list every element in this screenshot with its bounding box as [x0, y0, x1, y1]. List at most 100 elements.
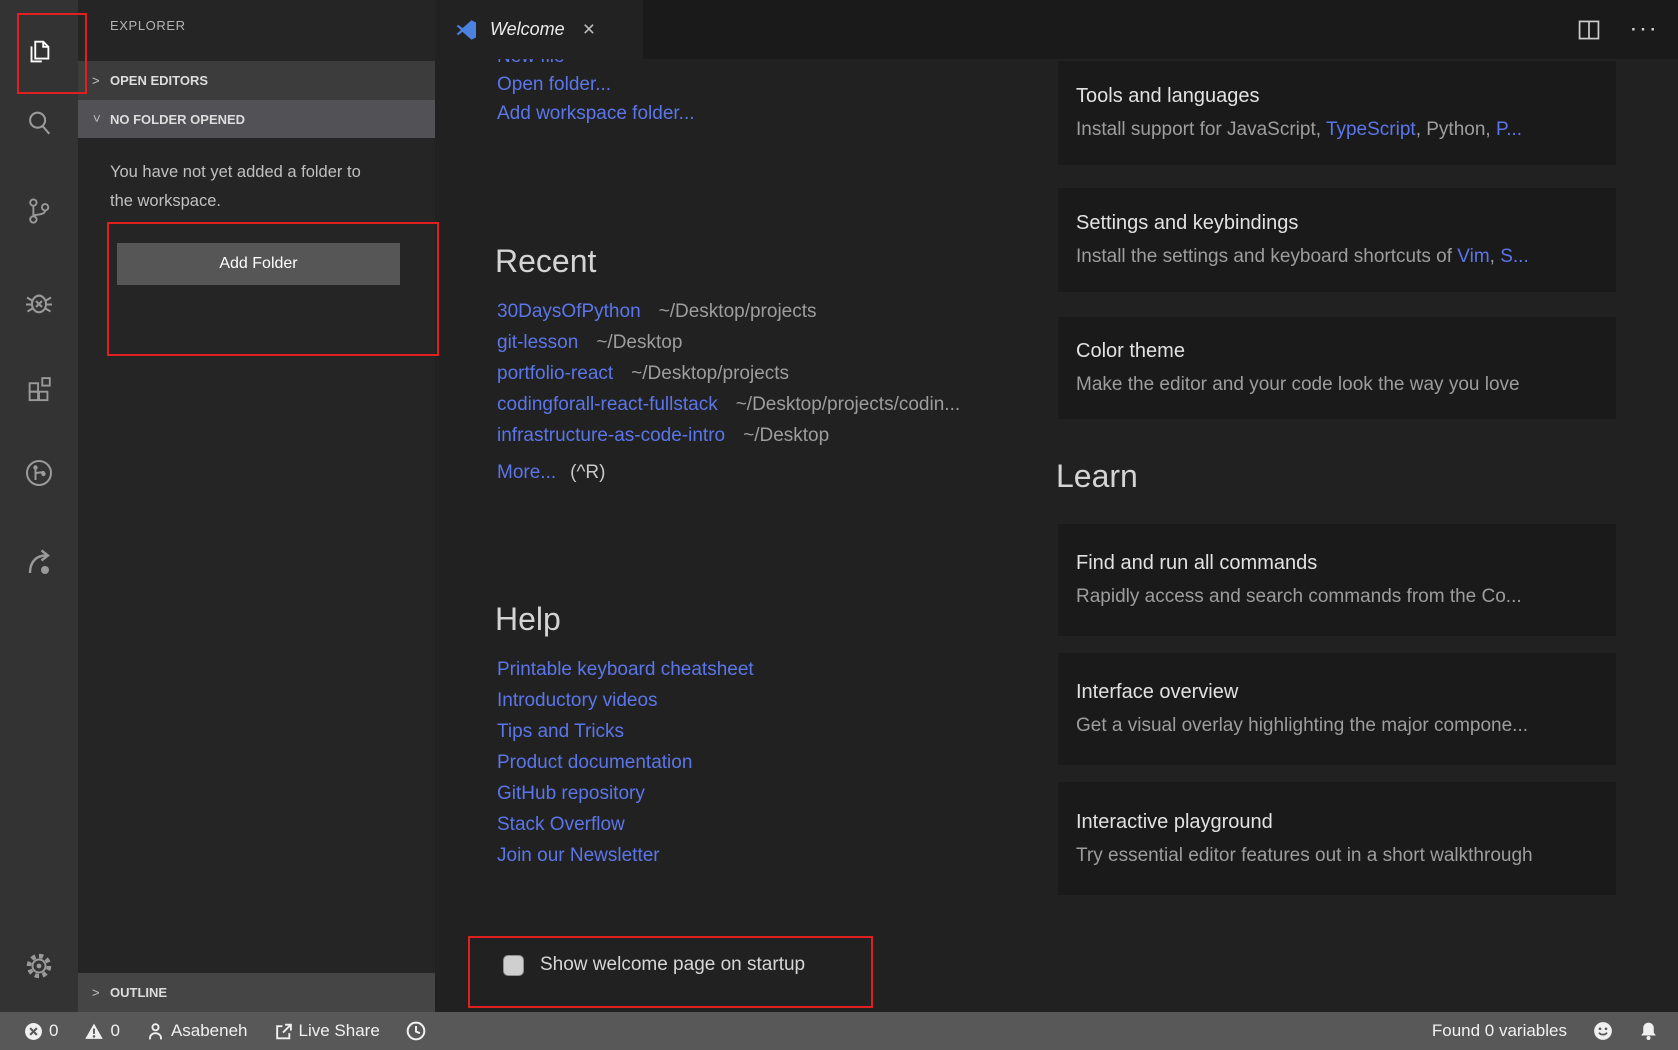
recent-item: codingforall-react-fullstack ~/Desktop/pr…	[497, 394, 960, 416]
startup-checkbox-row: Show welcome page on startup	[503, 954, 805, 976]
help-link-cheatsheet[interactable]: Printable keyboard cheatsheet	[497, 659, 754, 680]
sidebar-title: EXPLORER	[110, 18, 186, 33]
open-folder-link[interactable]: Open folder...	[497, 74, 611, 95]
no-folder-message: You have not yet added a folder to the w…	[110, 158, 376, 216]
help-link-stackoverflow[interactable]: Stack Overflow	[497, 814, 625, 835]
help-link-docs[interactable]: Product documentation	[497, 752, 692, 773]
settings-gear-icon[interactable]	[0, 942, 78, 990]
add-workspace-folder-link[interactable]: Add workspace folder...	[497, 103, 695, 124]
account-name: Asabeneh	[171, 1021, 248, 1041]
show-welcome-checkbox[interactable]	[503, 955, 524, 976]
inline-text: Make the editor and your code look the w…	[1076, 374, 1520, 395]
vscode-window: EXPLORER > OPEN EDITORS > NO FOLDER OPEN…	[0, 0, 1678, 1050]
timer-item[interactable]	[406, 1021, 426, 1041]
recent-more-link[interactable]: More...	[497, 462, 556, 483]
tab-close-icon[interactable]: ×	[583, 19, 595, 40]
recent-link[interactable]: git-lesson	[497, 332, 578, 353]
live-share-icon[interactable]	[0, 538, 78, 586]
run-debug-icon[interactable]	[0, 278, 78, 326]
source-control-icon[interactable]	[0, 187, 78, 235]
chevron-right-icon: >	[92, 73, 102, 88]
add-folder-button[interactable]: Add Folder	[117, 243, 400, 285]
card-description: Rapidly access and search commands from …	[1076, 586, 1598, 608]
card-find-commands[interactable]: Find and run all commands Rapidly access…	[1058, 524, 1616, 636]
error-icon	[24, 1022, 43, 1041]
inline-link[interactable]: P...	[1496, 119, 1522, 140]
card-color-theme[interactable]: Color theme Make the editor and your cod…	[1058, 317, 1616, 419]
inline-link[interactable]: S...	[1500, 246, 1529, 267]
help-link-newsletter[interactable]: Join our Newsletter	[497, 845, 660, 866]
live-share-label: Live Share	[299, 1021, 380, 1041]
card-title: Interactive playground	[1076, 811, 1598, 834]
recent-link[interactable]: infrastructure-as-code-intro	[497, 425, 725, 446]
error-count: 0	[49, 1021, 58, 1041]
card-title: Color theme	[1076, 340, 1598, 363]
card-description: Make the editor and your code look the w…	[1076, 374, 1598, 396]
card-title: Settings and keybindings	[1076, 212, 1598, 235]
recent-path: ~/Desktop	[596, 332, 682, 353]
inline-text: Try essential editor features out in a s…	[1076, 845, 1533, 866]
section-label: OPEN EDITORS	[110, 73, 208, 88]
search-icon[interactable]	[0, 99, 78, 147]
section-label: OUTLINE	[110, 985, 167, 1000]
tab-welcome[interactable]: Welcome ×	[435, 0, 643, 59]
help-link-github[interactable]: GitHub repository	[497, 783, 645, 804]
vscode-logo-icon	[455, 18, 479, 42]
card-description: Install the settings and keyboard shortc…	[1076, 246, 1598, 268]
card-title: Tools and languages	[1076, 85, 1598, 108]
split-editor-icon[interactable]	[1577, 18, 1601, 42]
card-title: Find and run all commands	[1076, 552, 1598, 575]
recent-path: ~/Desktop/projects	[659, 301, 817, 322]
section-outline[interactable]: > OUTLINE	[78, 973, 435, 1012]
feedback-smiley-icon[interactable]	[1593, 1021, 1613, 1041]
inline-link[interactable]: TypeScript	[1326, 119, 1416, 140]
recent-more-shortcut: (^R)	[570, 462, 605, 483]
recent-path: ~/Desktop	[743, 425, 829, 446]
learn-heading: Learn	[1056, 458, 1138, 495]
new-file-link[interactable]: New file	[497, 59, 565, 68]
person-icon	[146, 1022, 165, 1041]
chevron-right-icon: >	[92, 985, 102, 1000]
card-interface-overview[interactable]: Interface overview Get a visual overlay …	[1058, 653, 1616, 765]
problems-indicator[interactable]: 0 0	[24, 1021, 120, 1041]
new-file-link-clipped[interactable]: New file	[497, 59, 565, 70]
recent-item: portfolio-react~/Desktop/projects	[497, 363, 789, 385]
activity-bar	[0, 0, 78, 1012]
git-graph-icon[interactable]	[0, 449, 78, 497]
recent-item: git-lesson ~/Desktop	[497, 332, 682, 354]
more-actions-icon[interactable]: ···	[1631, 20, 1660, 40]
editor-area: Welcome × ··· New file Open folder... Ad…	[435, 0, 1678, 1012]
recent-heading: Recent	[495, 243, 596, 280]
recent-link[interactable]: 30DaysOfPython	[497, 301, 641, 322]
live-share-status-item[interactable]: Live Share	[274, 1021, 380, 1041]
explorer-sidebar: EXPLORER > OPEN EDITORS > NO FOLDER OPEN…	[78, 0, 435, 1012]
extensions-icon[interactable]	[0, 363, 78, 411]
recent-item: infrastructure-as-code-intro ~/Desktop	[497, 425, 829, 447]
card-description: Install support for JavaScript, TypeScri…	[1076, 119, 1598, 141]
inline-text: ,	[1490, 246, 1501, 267]
section-open-editors[interactable]: > OPEN EDITORS	[78, 61, 435, 100]
recent-path: ~/Desktop/projects/codin...	[736, 394, 960, 415]
card-interactive-playground[interactable]: Interactive playground Try essential edi…	[1058, 782, 1616, 895]
found-variables-text: Found 0 variables	[1432, 1021, 1567, 1041]
section-no-folder-opened[interactable]: > NO FOLDER OPENED	[78, 100, 435, 138]
card-settings-and-keybindings[interactable]: Settings and keybindings Install the set…	[1058, 188, 1616, 292]
card-description: Try essential editor features out in a s…	[1076, 845, 1598, 867]
tabbar-actions: ···	[1577, 0, 1660, 59]
inline-link[interactable]: Vim	[1457, 246, 1489, 267]
explorer-icon[interactable]	[0, 28, 78, 76]
help-link-videos[interactable]: Introductory videos	[497, 690, 658, 711]
tab-title: Welcome	[490, 19, 565, 40]
tab-bar: Welcome × ···	[435, 0, 1678, 59]
inline-text: , Python,	[1416, 119, 1496, 140]
help-link-tips[interactable]: Tips and Tricks	[497, 721, 624, 742]
account-item[interactable]: Asabeneh	[146, 1021, 248, 1041]
card-tools-and-languages[interactable]: Tools and languages Install support for …	[1058, 61, 1616, 165]
chevron-down-icon: >	[90, 114, 105, 124]
warning-count: 0	[110, 1021, 119, 1041]
recent-item: 30DaysOfPython ~/Desktop/projects	[497, 301, 817, 323]
notifications-bell-icon[interactable]	[1639, 1021, 1658, 1041]
share-icon	[274, 1022, 293, 1041]
recent-link[interactable]: portfolio-react	[497, 363, 613, 384]
recent-link[interactable]: codingforall-react-fullstack	[497, 394, 718, 415]
